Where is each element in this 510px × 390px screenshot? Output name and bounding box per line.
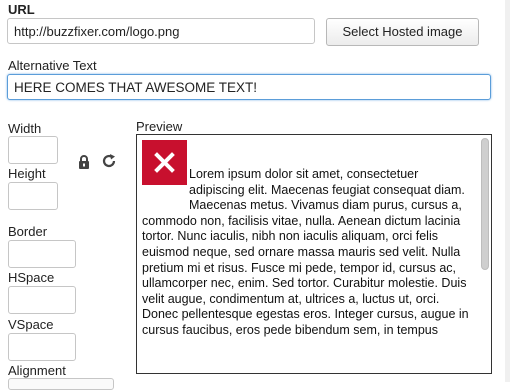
preview-scrollbar[interactable]	[481, 138, 489, 370]
url-label: URL	[8, 2, 35, 17]
page-scrollbar[interactable]	[505, 0, 510, 382]
hspace-label: HSpace	[8, 270, 55, 285]
url-input[interactable]	[7, 18, 315, 44]
width-input[interactable]	[8, 136, 58, 164]
lock-icon[interactable]	[76, 154, 92, 170]
vspace-label: VSpace	[8, 317, 54, 332]
alignment-select[interactable]	[8, 378, 114, 390]
alt-text-input[interactable]	[7, 74, 491, 100]
select-hosted-image-button[interactable]: Select Hosted image	[326, 18, 479, 46]
border-input[interactable]	[8, 240, 76, 268]
height-input[interactable]	[8, 182, 58, 210]
alt-text-label: Alternative Text	[8, 58, 97, 73]
border-label: Border	[8, 224, 48, 239]
broken-image-placeholder	[142, 140, 187, 185]
hspace-input[interactable]	[8, 286, 76, 314]
vspace-input[interactable]	[8, 333, 76, 361]
preview-lorem-text: Lorem ipsum dolor sit amet, consectetuer…	[142, 167, 469, 337]
preview-label: Preview	[136, 119, 183, 134]
reset-icon[interactable]	[101, 153, 117, 169]
width-label: Width	[8, 121, 42, 136]
preview-pane[interactable]: Lorem ipsum dolor sit amet, consectetuer…	[136, 134, 492, 374]
preview-scrollbar-thumb[interactable]	[481, 138, 489, 270]
height-label: Height	[8, 166, 46, 181]
preview-content: Lorem ipsum dolor sit amet, consectetuer…	[142, 140, 473, 337]
alignment-label: Alignment	[8, 363, 66, 378]
close-icon	[154, 152, 175, 173]
